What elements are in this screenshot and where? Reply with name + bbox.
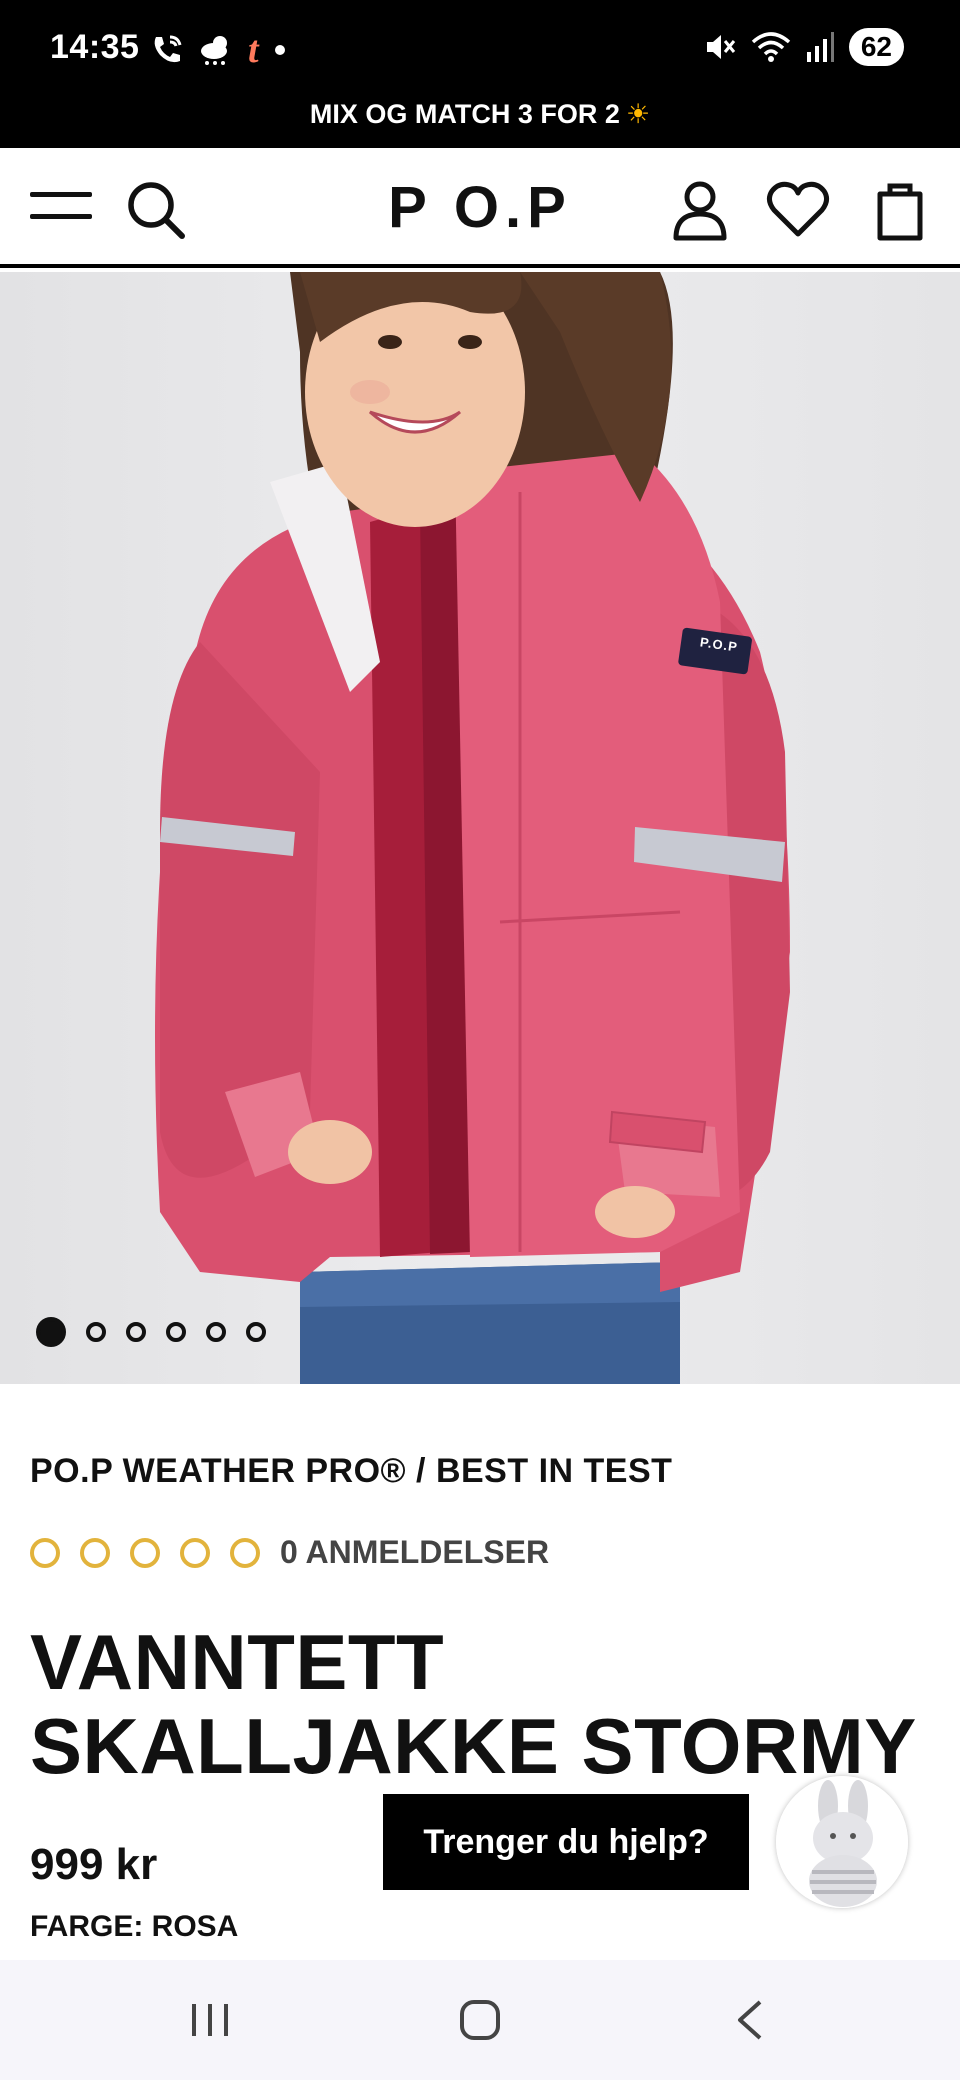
carousel-dots [36,1317,266,1347]
battery-icon: 62 [848,28,904,66]
product-collection[interactable]: PO.P WEATHER PRO® / BEST IN TEST [30,1452,672,1491]
weather-cloud-icon [201,36,227,65]
status-time: 14:35 [50,28,140,66]
dot-icon [274,45,285,55]
recent-apps-icon[interactable] [180,1994,240,2046]
wifi-icon [751,32,791,62]
product-title: VANNTETT SKALLJAKKE STORMY [30,1618,917,1790]
signal-icon [806,32,834,62]
status-bar: 14:35 t 62 [0,0,960,96]
account-icon[interactable] [668,178,732,242]
search-icon[interactable] [124,178,188,242]
t-app-icon: t [248,29,259,71]
rating-star-icon [80,1537,110,1568]
site-header: P O.P [0,148,960,268]
carousel-dot-6[interactable] [246,1322,266,1342]
chat-avatar-bunny-icon[interactable] [776,1776,908,1908]
carousel-dot-1[interactable] [36,1317,66,1347]
chat-help-button[interactable]: Trenger du hjelp? [383,1794,749,1890]
cart-icon[interactable] [868,178,932,242]
review-count[interactable]: 0 ANMELDELSER [280,1534,549,1571]
carousel-dot-4[interactable] [166,1322,186,1342]
product-price: 999 kr [30,1840,158,1889]
product-color: FARGE: ROSA [30,1910,239,1943]
sun-icon: ☀ [625,99,651,129]
product-image-carousel[interactable]: P.O.P [0,272,960,1384]
promo-banner[interactable]: MIX OG MATCH 3 FOR 2 ☀ [0,96,960,148]
mute-icon [706,35,736,59]
rating-star-icon [180,1537,210,1568]
rating-star-icon [30,1537,60,1568]
wishlist-icon[interactable] [766,178,830,242]
menu-icon[interactable] [30,190,92,224]
rating-row[interactable]: 0 ANMELDELSER [30,1534,549,1571]
status-icons-left: t [150,28,287,72]
home-icon[interactable] [450,1994,510,2046]
phone-wifi-icon [154,35,182,63]
carousel-dot-5[interactable] [206,1322,226,1342]
rating-star-icon [130,1537,160,1568]
promo-text: MIX OG MATCH 3 FOR 2 [309,99,620,129]
rating-star-icon [230,1537,260,1568]
back-icon[interactable] [720,1994,780,2046]
site-logo[interactable]: P O.P [380,176,580,240]
bunny-icon [776,1776,908,1908]
status-icons-right: 62 [703,28,904,66]
product-photo [155,272,790,1384]
carousel-dot-2[interactable] [86,1322,106,1342]
system-nav-bar [0,1960,960,2080]
carousel-dot-3[interactable] [126,1322,146,1342]
